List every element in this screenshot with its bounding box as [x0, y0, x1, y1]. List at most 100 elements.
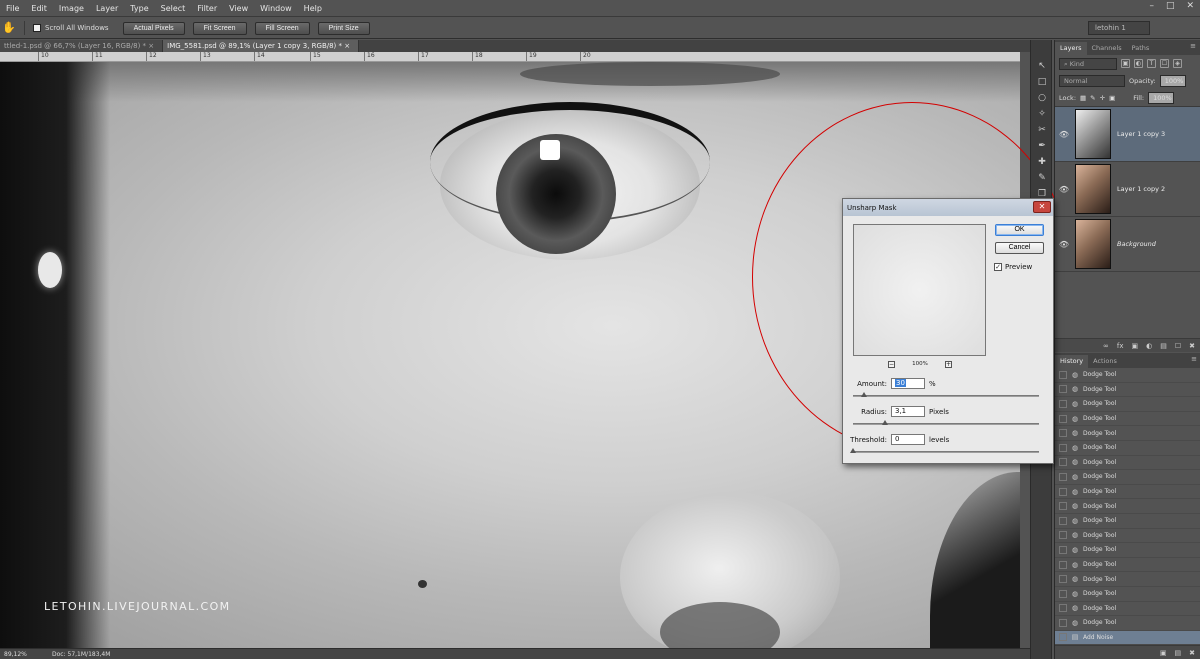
- history-item[interactable]: ◍ Dodge Tool: [1055, 616, 1200, 631]
- ok-button[interactable]: OK: [995, 224, 1044, 236]
- hand-tool-icon[interactable]: ✋: [2, 21, 16, 35]
- snapshot-box[interactable]: [1059, 370, 1067, 379]
- history-item[interactable]: ◍ Dodge Tool: [1055, 397, 1200, 412]
- scroll-all-windows-checkbox[interactable]: Scroll All Windows: [33, 24, 109, 32]
- snapshot-box[interactable]: [1059, 589, 1067, 598]
- visibility-eye-icon[interactable]: 👁: [1055, 185, 1073, 194]
- history-item[interactable]: ◍ Dodge Tool: [1055, 529, 1200, 544]
- tab-img-5581[interactable]: IMG_5581.psd @ 89,1% (Layer 1 copy 3, RG…: [163, 40, 360, 52]
- preview-checkbox[interactable]: ✓ Preview: [994, 263, 1032, 271]
- fit-screen-button[interactable]: Fit Screen: [192, 21, 247, 35]
- layer-row[interactable]: 👁 Layer 1 copy 2: [1055, 162, 1200, 217]
- lock-transparent-icon[interactable]: ▦: [1080, 94, 1086, 102]
- snapshot-box[interactable]: [1059, 618, 1067, 627]
- layer-name[interactable]: Background: [1117, 240, 1156, 248]
- shape-filter-icon[interactable]: ☐: [1160, 59, 1169, 68]
- snapshot-box[interactable]: [1059, 472, 1067, 481]
- snapshot-box[interactable]: [1059, 531, 1067, 540]
- history-item[interactable]: ◍ Dodge Tool: [1055, 441, 1200, 456]
- blend-mode-select[interactable]: Normal: [1059, 74, 1125, 87]
- lock-all-icon[interactable]: ▣: [1109, 94, 1115, 102]
- tab-paths[interactable]: Paths: [1127, 42, 1155, 55]
- tab-channels[interactable]: Channels: [1087, 42, 1127, 55]
- snapshot-box[interactable]: [1059, 604, 1067, 613]
- fill-screen-button[interactable]: Fill Screen: [254, 21, 310, 35]
- delete-layer-icon[interactable]: ✖: [1189, 342, 1195, 350]
- zoom-level[interactable]: 89,12%: [0, 651, 40, 658]
- dialog-title-bar[interactable]: Unsharp Mask ✕: [843, 199, 1053, 216]
- snapshot-box[interactable]: [1059, 458, 1067, 467]
- visibility-eye-icon[interactable]: 👁: [1055, 130, 1073, 139]
- snapshot-box[interactable]: [1059, 633, 1067, 642]
- minimize-icon[interactable]: –: [1149, 1, 1154, 11]
- delete-state-icon[interactable]: ✖: [1189, 649, 1195, 657]
- radius-slider[interactable]: [853, 420, 1039, 425]
- history-item[interactable]: ◍ Dodge Tool: [1055, 572, 1200, 587]
- layer-row[interactable]: 👁 Layer 1 copy 3: [1055, 107, 1200, 162]
- history-item[interactable]: ◍ Dodge Tool: [1055, 602, 1200, 617]
- menu-filter[interactable]: Filter: [191, 4, 223, 13]
- layer-style-icon[interactable]: fx: [1117, 342, 1124, 350]
- radius-input[interactable]: 3,1: [891, 406, 925, 417]
- print-size-button[interactable]: Print Size: [317, 21, 370, 35]
- pixel-filter-icon[interactable]: ▣: [1121, 59, 1130, 68]
- history-item[interactable]: ▤ Add Noise: [1055, 630, 1200, 646]
- history-item[interactable]: ◍ Dodge Tool: [1055, 426, 1200, 441]
- layer-row[interactable]: 👁 Background: [1055, 217, 1200, 272]
- close-icon[interactable]: ✕: [1186, 1, 1194, 11]
- kind-filter-select[interactable]: ⌕ Kind: [1059, 57, 1117, 70]
- lock-position-icon[interactable]: ✛: [1100, 94, 1105, 102]
- link-layers-icon[interactable]: ∞: [1103, 342, 1109, 350]
- checkbox-box[interactable]: [33, 24, 41, 32]
- menu-type[interactable]: Type: [124, 4, 154, 13]
- history-item[interactable]: ◍ Dodge Tool: [1055, 412, 1200, 427]
- lasso-tool-icon[interactable]: ○: [1031, 90, 1053, 106]
- snapshot-box[interactable]: [1059, 545, 1067, 554]
- opacity-input[interactable]: 100%: [1159, 74, 1186, 87]
- actual-pixels-button[interactable]: Actual Pixels: [122, 21, 185, 35]
- snapshot-box[interactable]: [1059, 516, 1067, 525]
- add-mask-icon[interactable]: ▣: [1131, 342, 1138, 350]
- menu-edit[interactable]: Edit: [25, 4, 53, 13]
- lock-image-icon[interactable]: ✎: [1090, 94, 1095, 102]
- layer-name[interactable]: Layer 1 copy 2: [1117, 185, 1165, 193]
- zoom-out-button[interactable]: −: [888, 360, 895, 368]
- snapshot-box[interactable]: [1059, 399, 1067, 408]
- zoom-in-button[interactable]: +: [944, 360, 952, 368]
- menu-help[interactable]: Help: [298, 4, 328, 13]
- cancel-button[interactable]: Cancel: [995, 242, 1044, 254]
- tab-close-icon[interactable]: ×: [148, 42, 154, 50]
- tab-close-icon[interactable]: ×: [344, 42, 350, 50]
- tab-layers[interactable]: Layers: [1055, 42, 1087, 55]
- panel-menu-icon[interactable]: ≡: [1191, 355, 1197, 363]
- layer-name[interactable]: Layer 1 copy 3: [1117, 130, 1165, 138]
- move-tool-icon[interactable]: ↖: [1031, 58, 1053, 74]
- radius-slider-thumb[interactable]: [882, 420, 888, 425]
- brush-tool-icon[interactable]: ✎: [1031, 170, 1053, 186]
- menu-image[interactable]: Image: [53, 4, 90, 13]
- snapshot-box[interactable]: [1059, 502, 1067, 511]
- amount-input[interactable]: 30: [891, 378, 925, 389]
- filter-preview[interactable]: [853, 224, 986, 356]
- threshold-slider[interactable]: [850, 448, 1039, 453]
- history-item[interactable]: ◍ Dodge Tool: [1055, 499, 1200, 514]
- tab-history[interactable]: History: [1055, 355, 1089, 368]
- tab-untitled-1[interactable]: ttled-1.psd @ 66,7% (Layer 16, RGB/8) * …: [0, 40, 164, 52]
- panel-menu-icon[interactable]: ≡: [1190, 42, 1196, 50]
- history-item[interactable]: ◍ Dodge Tool: [1055, 368, 1200, 383]
- amount-slider-thumb[interactable]: [861, 392, 867, 397]
- menu-file[interactable]: File: [0, 4, 25, 13]
- history-item[interactable]: ◍ Dodge Tool: [1055, 558, 1200, 573]
- snapshot-icon[interactable]: ▤: [1175, 649, 1182, 657]
- maximize-icon[interactable]: □: [1166, 1, 1175, 11]
- snapshot-box[interactable]: [1059, 385, 1067, 394]
- workspace-switcher[interactable]: letohin 1: [1088, 21, 1150, 35]
- snapshot-box[interactable]: [1059, 443, 1067, 452]
- menu-select[interactable]: Select: [155, 4, 192, 13]
- history-item[interactable]: ◍ Dodge Tool: [1055, 456, 1200, 471]
- threshold-input[interactable]: 0: [891, 434, 925, 445]
- snapshot-box[interactable]: [1059, 429, 1067, 438]
- history-item[interactable]: ◍ Dodge Tool: [1055, 470, 1200, 485]
- menu-view[interactable]: View: [223, 4, 254, 13]
- checkbox-checked-icon[interactable]: ✓: [994, 263, 1002, 271]
